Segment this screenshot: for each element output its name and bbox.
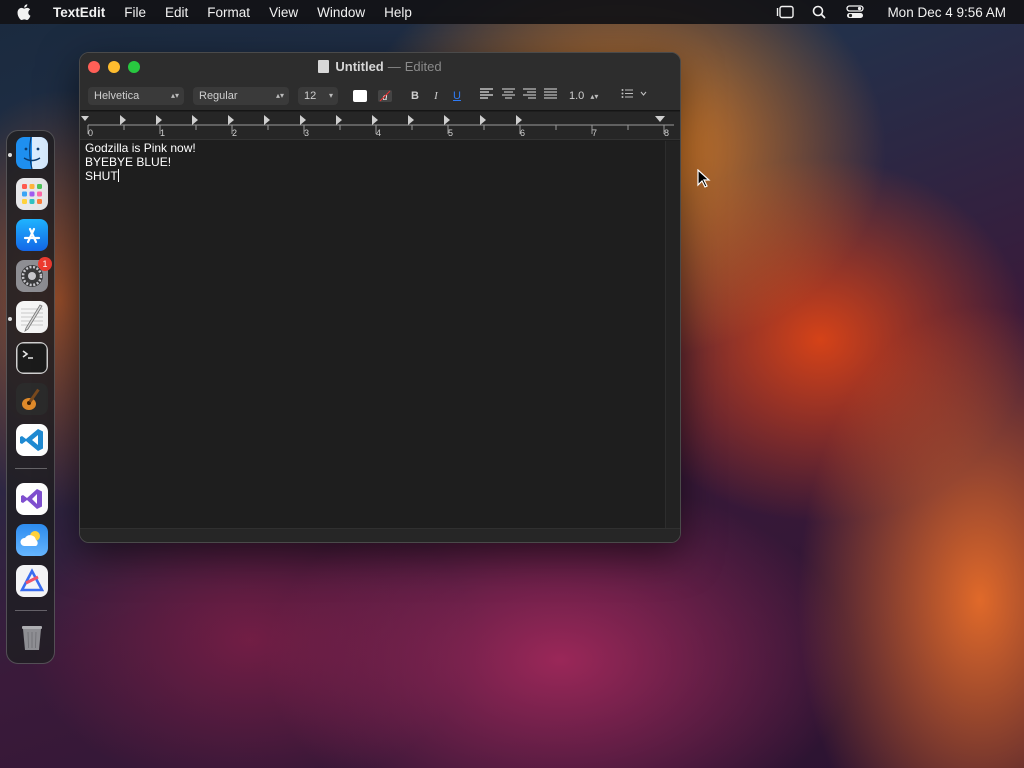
title-bar[interactable]: Untitled — Edited Helvetica ▴▾ Regular ▴▾ …: [80, 53, 680, 111]
tab-stop-marker[interactable]: [120, 115, 126, 125]
font-style-value: Regular: [199, 90, 238, 102]
bold-button[interactable]: B: [408, 88, 422, 104]
italic-button[interactable]: I: [429, 88, 443, 104]
menu-window[interactable]: Window: [317, 5, 365, 20]
font-size-value: 12: [304, 90, 317, 102]
tab-stop-marker[interactable]: [228, 115, 234, 125]
align-left-button[interactable]: [479, 88, 493, 104]
menu-edit[interactable]: Edit: [165, 5, 188, 20]
menu-app-name[interactable]: TextEdit: [53, 5, 105, 20]
menu-file[interactable]: File: [124, 5, 146, 20]
format-toolbar: Helvetica ▴▾ Regular ▴▾ 12 ▾ a B I U 1.0…: [80, 85, 680, 107]
finder-icon[interactable]: [16, 137, 48, 169]
chevron-updown-icon: ▴▾: [590, 92, 599, 101]
font-family-popup[interactable]: Helvetica ▴▾: [88, 87, 184, 105]
ruler-number: 0: [88, 128, 94, 138]
garageband-icon[interactable]: [16, 383, 48, 415]
app-store-icon[interactable]: [16, 219, 48, 251]
ruler-number: 4: [376, 128, 382, 138]
tab-stop-marker[interactable]: [480, 115, 486, 125]
text-caret: [117, 169, 119, 182]
text-line[interactable]: Godzilla is Pink now!: [85, 141, 196, 155]
tab-stop-marker[interactable]: [192, 115, 198, 125]
ruler-number: 3: [304, 128, 310, 138]
tab-stop-marker[interactable]: [300, 115, 306, 125]
trash-icon[interactable]: [16, 621, 48, 653]
text-line[interactable]: SHUT: [85, 169, 119, 183]
chevron-down-icon: ▾: [328, 91, 333, 100]
chevron-updown-icon: ▴▾: [275, 91, 284, 100]
control-center-icon[interactable]: [846, 5, 865, 19]
textedit-icon[interactable]: [16, 301, 48, 333]
terminal-icon[interactable]: [16, 342, 48, 374]
ruler-number: 2: [232, 128, 238, 138]
align-center-button[interactable]: [501, 88, 515, 104]
ruler-number: 1: [160, 128, 166, 138]
dock-divider: [15, 468, 47, 469]
tab-stop-marker[interactable]: [372, 115, 378, 125]
weather-icon[interactable]: [16, 524, 48, 556]
ruler-number: 7: [592, 128, 598, 138]
textedit-window: Untitled — Edited Helvetica ▴▾ Regular ▴▾ …: [79, 52, 681, 543]
edited-status[interactable]: Edited: [405, 59, 442, 74]
chevron-updown-icon: ▴▾: [170, 91, 179, 100]
align-justify-button[interactable]: [543, 88, 557, 104]
list-style-popup[interactable]: [618, 88, 652, 104]
font-family-value: Helvetica: [94, 90, 140, 102]
stage-manager-icon[interactable]: [776, 5, 795, 19]
text-editor[interactable]: Godzilla is Pink now! BYEBYE BLUE! SHUT: [80, 141, 666, 531]
title-separator: —: [387, 59, 401, 74]
font-style-popup[interactable]: Regular ▴▾: [193, 87, 289, 105]
visual-studio-icon[interactable]: [16, 483, 48, 515]
tab-stop-marker[interactable]: [336, 115, 342, 125]
ruler-number: 6: [520, 128, 526, 138]
tab-stop-marker[interactable]: [408, 115, 414, 125]
window-title: Untitled — Edited: [80, 59, 680, 74]
font-size-popup[interactable]: 12 ▾: [298, 87, 338, 105]
running-indicator: [8, 317, 12, 321]
menu-bar: TextEdit File Edit Format View Window He…: [0, 0, 1024, 24]
text-line-content: SHUT: [85, 169, 118, 183]
ruler-number: 8: [664, 128, 670, 138]
highlight-color-button[interactable]: a: [376, 88, 394, 104]
text-color-well[interactable]: [353, 90, 367, 102]
ruler-number: 5: [448, 128, 454, 138]
text-line[interactable]: BYEBYE BLUE!: [85, 155, 171, 169]
notification-badge: 1: [38, 257, 52, 271]
document-name[interactable]: Untitled: [335, 59, 383, 74]
vertical-scrollbar[interactable]: [665, 141, 680, 529]
menu-view[interactable]: View: [269, 5, 298, 20]
dock-divider: [15, 610, 47, 611]
vscode-icon[interactable]: [16, 424, 48, 456]
launchpad-icon[interactable]: [16, 178, 48, 210]
underline-button[interactable]: U: [450, 88, 464, 104]
affinity-icon[interactable]: [16, 565, 48, 597]
tab-stop-marker[interactable]: [516, 115, 522, 125]
window-bottom-bar: [80, 528, 680, 542]
menu-help[interactable]: Help: [384, 5, 412, 20]
dock: 1: [6, 130, 55, 664]
mouse-pointer-icon: [697, 168, 711, 189]
tab-stop-marker[interactable]: [264, 115, 270, 125]
menu-format[interactable]: Format: [207, 5, 250, 20]
align-right-button[interactable]: [522, 88, 536, 104]
ruler[interactable]: 0 1 2 3 4 5 6 7 8: [80, 112, 680, 140]
tab-stop-marker[interactable]: [444, 115, 450, 125]
menu-clock[interactable]: Mon Dec 4 9:56 AM: [887, 5, 1006, 20]
line-spacing-value: 1.0: [569, 90, 585, 102]
spotlight-search-icon[interactable]: [811, 5, 829, 19]
running-indicator: [8, 153, 12, 157]
document-icon[interactable]: [318, 60, 330, 73]
line-spacing-popup[interactable]: 1.0 ▴▾: [569, 88, 605, 104]
apple-menu-icon[interactable]: [17, 0, 37, 24]
tab-stop-marker[interactable]: [156, 115, 162, 125]
